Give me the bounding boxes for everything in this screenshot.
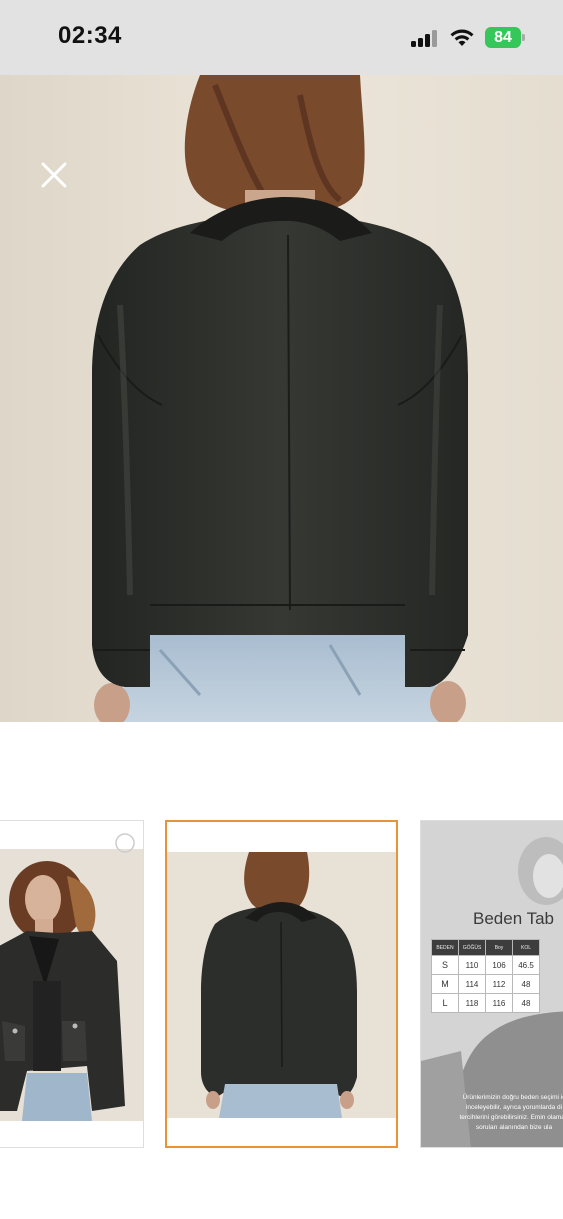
chest-cell: 110 <box>458 955 486 975</box>
thumbnail-size-chart[interactable]: Beden Tab BEDEN GÖĞÜS Boy KOL S 110 106 … <box>420 820 563 1148</box>
sleeve-cell: 46.5 <box>512 955 540 975</box>
status-time: 02:34 <box>58 22 122 49</box>
cellular-signal-icon <box>411 30 439 47</box>
chest-cell: 114 <box>458 974 486 994</box>
size-chart-title: Beden Tab <box>473 909 554 928</box>
thumbnail-front-view[interactable] <box>0 820 144 1148</box>
thumbnail-image <box>167 822 396 1146</box>
length-cell: 116 <box>485 993 513 1013</box>
size-note-line: tercihlerini görebilirsiniz. Emin olamad <box>459 1114 563 1121</box>
thumbnail-back-view[interactable] <box>165 820 398 1148</box>
close-icon[interactable] <box>34 155 74 195</box>
thumbnail-image <box>0 821 143 1147</box>
length-header: Boy <box>485 939 513 956</box>
size-cell: L <box>431 993 459 1013</box>
size-note-line: inceleyebilir, ayrıca yorumlarda di <box>465 1104 563 1111</box>
chest-header: GÖĞÜS <box>458 939 486 956</box>
battery-icon: 84 <box>485 27 525 48</box>
sleeve-header: KOL <box>512 939 540 956</box>
size-cell: M <box>431 974 459 994</box>
main-product-photo <box>0 75 563 722</box>
size-cell: S <box>431 955 459 975</box>
length-cell: 106 <box>485 955 513 975</box>
size-row: L 118 116 48 <box>431 993 540 1013</box>
length-cell: 112 <box>485 974 513 994</box>
main-product-image[interactable] <box>0 75 563 722</box>
sleeve-cell: 48 <box>512 974 540 994</box>
size-note-line: Ürünlerimizin doğru beden seçimi iç <box>462 1094 563 1101</box>
size-chart-table: BEDEN GÖĞÜS Boy KOL S 110 106 46.5 M 114… <box>431 939 540 1013</box>
product-image-viewer: 02:34 84 Beden Tab BEDEN GÖĞÜS Boy KOL S… <box>0 0 563 1219</box>
size-header: BEDEN <box>431 939 459 956</box>
size-chart-note: Ürünlerimizin doğru beden seçimi iç ince… <box>429 1093 563 1133</box>
size-chart-header-row: BEDEN GÖĞÜS Boy KOL <box>431 939 540 956</box>
size-note-line: soruları alanından bize ula <box>475 1124 553 1131</box>
size-row: S 110 106 46.5 <box>431 955 540 975</box>
chest-cell: 118 <box>458 993 486 1013</box>
battery-level: 84 <box>485 27 521 48</box>
status-bar: 02:34 84 <box>0 0 563 75</box>
wifi-icon <box>450 29 474 46</box>
size-row: M 114 112 48 <box>431 974 540 994</box>
sleeve-cell: 48 <box>512 993 540 1013</box>
